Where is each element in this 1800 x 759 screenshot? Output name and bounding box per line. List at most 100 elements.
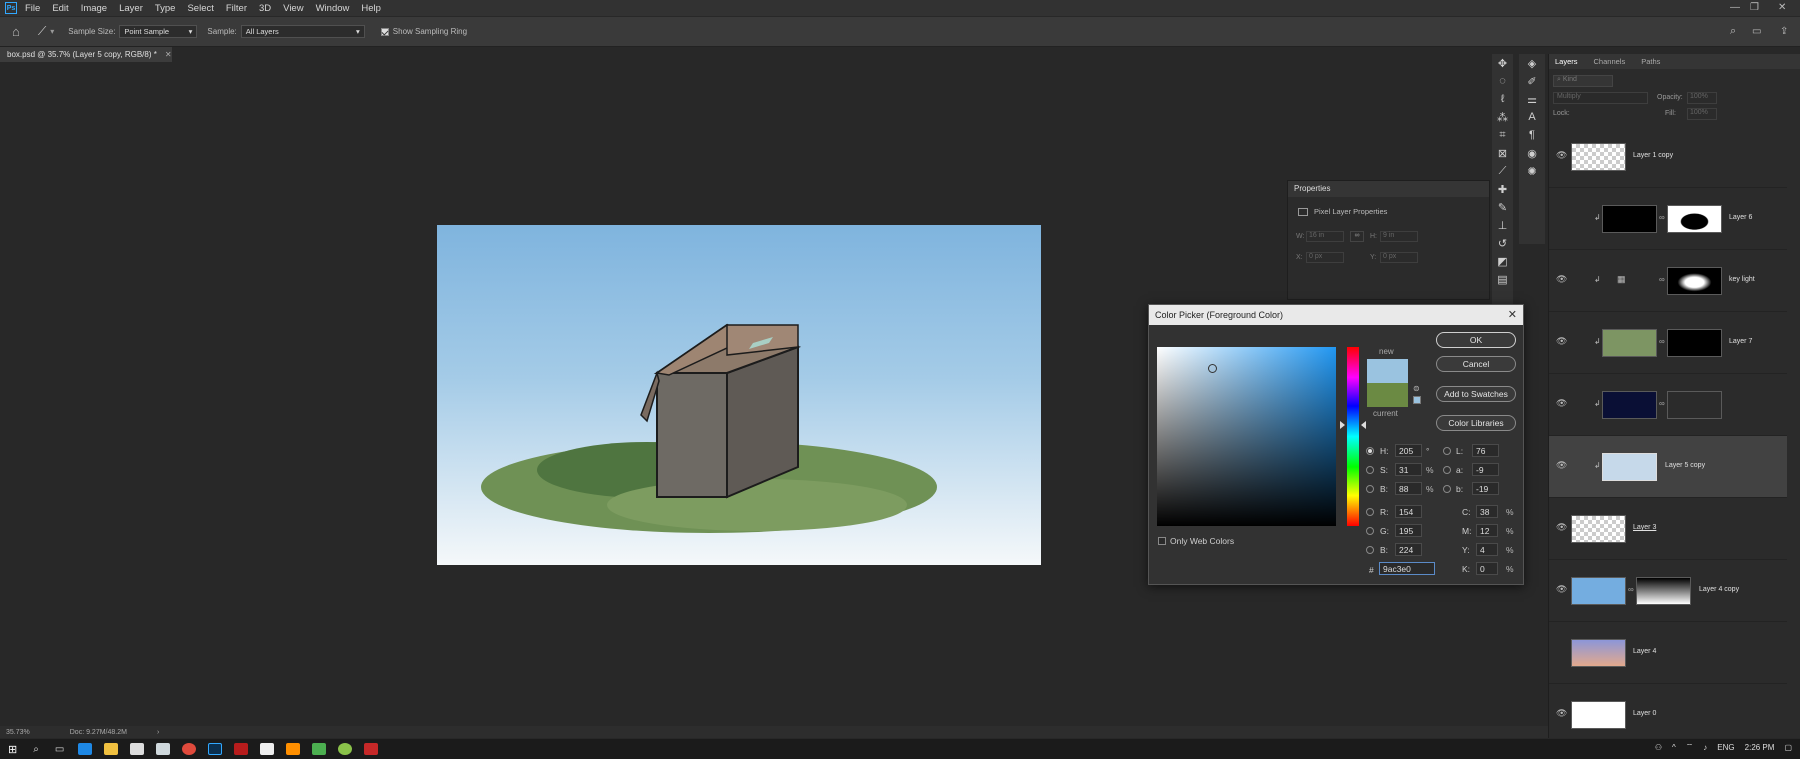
app-icon-lime[interactable] bbox=[338, 743, 353, 755]
filter-kind-dropdown[interactable]: ⌕ Kind bbox=[1553, 75, 1613, 87]
acrobat-icon[interactable] bbox=[234, 743, 249, 755]
mask-link-icon[interactable]: ∞ bbox=[1659, 337, 1665, 346]
r-field[interactable]: 154 bbox=[1395, 505, 1422, 518]
g-radio[interactable] bbox=[1366, 527, 1374, 535]
paragraph-panel-icon[interactable]: ¶ bbox=[1519, 126, 1545, 144]
menu-select[interactable]: Select bbox=[187, 3, 213, 14]
vlc-icon[interactable] bbox=[286, 743, 301, 755]
lasso-tool-icon[interactable]: ℓ bbox=[1492, 90, 1513, 108]
menu-window[interactable]: Window bbox=[316, 3, 350, 14]
visibility-eye-icon[interactable]: 👁 bbox=[1556, 150, 1567, 161]
blue-radio[interactable] bbox=[1366, 546, 1374, 554]
m-field[interactable]: 12 bbox=[1476, 524, 1498, 537]
only-web-colors-checkbox[interactable] bbox=[1158, 537, 1166, 545]
layer-mask-thumbnail[interactable] bbox=[1667, 391, 1722, 419]
people-icon[interactable]: ⚇ bbox=[1655, 743, 1662, 752]
volume-icon[interactable]: ♪ bbox=[1703, 743, 1707, 752]
lab-b-radio[interactable] bbox=[1443, 485, 1451, 493]
hue-slider[interactable] bbox=[1347, 347, 1359, 526]
hex-field[interactable]: 9ac3e0 bbox=[1379, 562, 1435, 575]
workspace-icon[interactable]: ▭ bbox=[1752, 26, 1761, 37]
clock[interactable]: 2:26 PM bbox=[1745, 743, 1775, 752]
mask-link-icon[interactable]: ∞ bbox=[1659, 399, 1665, 408]
minimize-icon[interactable]: — bbox=[1730, 2, 1740, 13]
mask-link-icon[interactable]: ∞ bbox=[1659, 275, 1665, 284]
layer-row[interactable]: 👁 ∞ Layer 4 copy bbox=[1549, 560, 1787, 622]
hue-slider-left-arrow[interactable] bbox=[1340, 421, 1345, 429]
r-radio[interactable] bbox=[1366, 508, 1374, 516]
link-icon[interactable]: ∞ bbox=[1350, 231, 1364, 242]
c-field[interactable]: 38 bbox=[1476, 505, 1498, 518]
app-icon-green[interactable] bbox=[312, 743, 327, 755]
add-to-swatches-button[interactable]: Add to Swatches bbox=[1436, 386, 1516, 402]
visibility-eye-icon[interactable]: 👁 bbox=[1556, 522, 1567, 533]
app-icon-red[interactable] bbox=[364, 743, 379, 755]
visibility-eye-icon[interactable]: 👁 bbox=[1556, 708, 1567, 719]
magic-wand-tool-icon[interactable]: ⁂ bbox=[1492, 108, 1513, 126]
y-field[interactable]: 0 px bbox=[1380, 252, 1418, 263]
x-field[interactable]: 0 px bbox=[1306, 252, 1344, 263]
close-icon[interactable]: ✕ bbox=[1508, 308, 1517, 321]
tab-channels[interactable]: Channels bbox=[1594, 57, 1626, 66]
mail-icon[interactable] bbox=[156, 743, 171, 755]
b-radio[interactable] bbox=[1366, 485, 1374, 493]
chrome-icon[interactable] bbox=[182, 743, 197, 755]
g-field[interactable]: 195 bbox=[1395, 524, 1422, 537]
menu-help[interactable]: Help bbox=[361, 3, 381, 14]
current-color-swatch[interactable] bbox=[1367, 383, 1408, 407]
color-field-cursor[interactable] bbox=[1208, 364, 1217, 373]
layer-mask-thumbnail[interactable] bbox=[1667, 329, 1722, 357]
blue-field[interactable]: 224 bbox=[1395, 543, 1422, 556]
status-chevron-icon[interactable]: › bbox=[157, 729, 159, 736]
chevron-up-icon[interactable]: ^ bbox=[1672, 743, 1676, 752]
photoshop-logo-icon[interactable]: Ps bbox=[5, 2, 17, 14]
brush-tool-icon[interactable]: ✎ bbox=[1492, 198, 1513, 216]
show-sampling-ring-checkbox[interactable] bbox=[380, 27, 389, 36]
k-field[interactable]: 0 bbox=[1476, 562, 1498, 575]
color-field[interactable] bbox=[1157, 347, 1336, 526]
brushes-panel-icon[interactable]: ✐ bbox=[1519, 72, 1545, 90]
eyedropper-tool-icon[interactable]: ⟋ bbox=[1492, 162, 1513, 180]
l-radio[interactable] bbox=[1443, 447, 1451, 455]
cancel-button[interactable]: Cancel bbox=[1436, 356, 1516, 372]
b-field[interactable]: 88 bbox=[1395, 482, 1422, 495]
gradient-tool-icon[interactable]: ▤ bbox=[1492, 270, 1513, 288]
layer-mask-thumbnail[interactable] bbox=[1667, 205, 1722, 233]
opacity-field[interactable]: 100% bbox=[1687, 92, 1717, 104]
search-icon[interactable]: ⌕ bbox=[33, 744, 39, 755]
tab-layers[interactable]: Layers bbox=[1555, 57, 1578, 66]
mask-link-icon[interactable]: ∞ bbox=[1628, 585, 1634, 594]
sample-size-dropdown[interactable]: Point Sample ▾ bbox=[119, 25, 198, 38]
close-window-icon[interactable]: ✕ bbox=[1778, 2, 1786, 13]
layer-row-selected[interactable]: 👁 ↲ Layer 5 copy bbox=[1549, 436, 1787, 498]
layer-row[interactable]: Layer 4 bbox=[1549, 622, 1787, 684]
network-icon[interactable]: ⌔ bbox=[1686, 742, 1694, 752]
document-canvas[interactable] bbox=[437, 225, 1041, 565]
photos-icon[interactable] bbox=[260, 743, 275, 755]
layer-row[interactable]: 👁 ↲ ▦ ∞ key light bbox=[1549, 250, 1787, 312]
l-field[interactable]: 76 bbox=[1472, 444, 1499, 457]
windows-start-icon[interactable]: ⊞ bbox=[8, 743, 17, 756]
gamut-warning-icon[interactable]: ⊜ bbox=[1413, 384, 1420, 393]
menu-3d[interactable]: 3D bbox=[259, 3, 271, 14]
frame-tool-icon[interactable]: ⊠ bbox=[1492, 144, 1513, 162]
crop-tool-icon[interactable]: ⌗ bbox=[1492, 126, 1513, 144]
zoom-level[interactable]: 35.73% bbox=[6, 729, 30, 736]
h-field[interactable]: 205 bbox=[1395, 444, 1422, 457]
marquee-tool-icon[interactable]: ◌ bbox=[1492, 72, 1513, 90]
photoshop-taskbar-icon[interactable] bbox=[208, 743, 223, 755]
h-radio[interactable] bbox=[1366, 447, 1374, 455]
visibility-eye-icon[interactable]: 👁 bbox=[1556, 274, 1567, 285]
eyedropper-tool-icon[interactable]: ⟋ bbox=[38, 24, 46, 39]
visibility-eye-icon[interactable]: 👁 bbox=[1556, 460, 1567, 471]
task-view-icon[interactable]: ▭ bbox=[55, 744, 64, 755]
layer-mask-thumbnail[interactable] bbox=[1636, 577, 1691, 605]
eraser-tool-icon[interactable]: ◩ bbox=[1492, 252, 1513, 270]
3d-panel-icon[interactable]: ◉ bbox=[1519, 144, 1545, 162]
menu-layer[interactable]: Layer bbox=[119, 3, 143, 14]
blend-mode-dropdown[interactable]: Multiply bbox=[1553, 92, 1648, 104]
healing-brush-tool-icon[interactable]: ✚ bbox=[1492, 180, 1513, 198]
layer-mask-thumbnail[interactable] bbox=[1667, 267, 1722, 295]
layer-row[interactable]: 👁 ↲ ∞ bbox=[1549, 374, 1787, 436]
w-field[interactable]: 16 in bbox=[1306, 231, 1344, 242]
